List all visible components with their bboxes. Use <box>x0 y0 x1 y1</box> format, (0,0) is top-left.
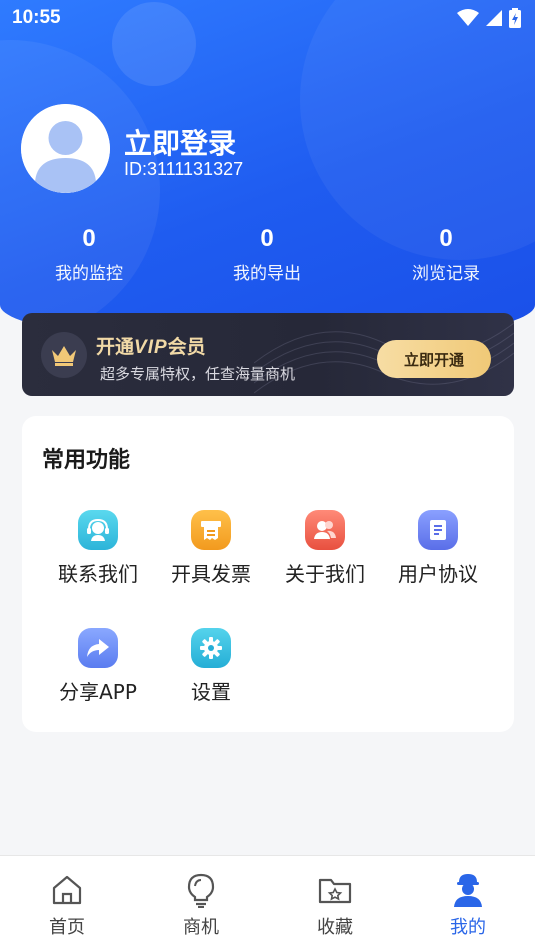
func-label: 关于我们 <box>285 562 365 586</box>
vip-banner[interactable]: 开通VIP会员 超多专属特权，任查海量商机 立即开通 <box>22 313 514 396</box>
stat-label: 我的监控 <box>55 264 123 284</box>
gear-icon <box>191 628 231 668</box>
signal-icon <box>486 10 502 26</box>
tab-label: 首页 <box>49 917 85 938</box>
func-label: 设置 <box>191 680 231 704</box>
profile-section[interactable]: 立即登录 ID:3111131327 <box>21 104 501 194</box>
wifi-icon <box>457 9 479 26</box>
stat-value: 0 <box>260 225 274 252</box>
profile-icon <box>454 874 482 907</box>
status-icons <box>457 8 521 28</box>
tab-label: 商机 <box>183 917 219 938</box>
invoice-icon <box>191 510 231 550</box>
tab-favorites[interactable]: 收藏 <box>268 856 402 951</box>
avatar[interactable] <box>21 104 110 193</box>
status-bar: 10:55 <box>0 0 535 38</box>
tab-label: 我的 <box>450 917 486 938</box>
vip-title-prefix: 开通 <box>96 336 135 358</box>
avatar-placeholder-icon <box>21 104 110 193</box>
document-icon <box>418 510 458 550</box>
tab-label: 收藏 <box>317 917 353 938</box>
common-functions-card: 常用功能 联系我们 开具发票 关于我们 用户协议 分享APP 设置 <box>22 416 514 732</box>
customer-service-icon <box>78 510 118 550</box>
func-contact-us[interactable]: 联系我们 <box>41 510 155 587</box>
vip-title: 开通VIP会员 <box>96 332 206 359</box>
stat-label: 我的导出 <box>233 264 301 284</box>
user-id: ID:3111131327 <box>124 159 244 179</box>
stat-value: 0 <box>439 225 453 252</box>
stat-monitor[interactable]: 0 我的监控 <box>19 225 159 284</box>
open-vip-button[interactable]: 立即开通 <box>377 340 491 378</box>
func-settings[interactable]: 设置 <box>154 628 268 705</box>
home-icon <box>52 875 82 905</box>
crown-badge <box>41 332 87 378</box>
func-share-app[interactable]: 分享APP <box>41 628 155 705</box>
lightbulb-icon <box>187 873 215 908</box>
vip-word: VIP <box>134 337 168 358</box>
func-label: 开具发票 <box>171 562 251 586</box>
func-label: 联系我们 <box>58 562 138 586</box>
login-title[interactable]: 立即登录 <box>124 122 236 162</box>
func-invoice[interactable]: 开具发票 <box>154 510 268 587</box>
func-label: 用户协议 <box>398 562 478 586</box>
battery-icon <box>509 8 521 28</box>
func-label: 分享APP <box>59 680 137 704</box>
vip-subtitle: 超多专属特权，任查海量商机 <box>100 365 296 383</box>
tab-home[interactable]: 首页 <box>0 856 134 951</box>
status-time: 10:55 <box>12 7 61 28</box>
tab-mine[interactable]: 我的 <box>401 856 535 951</box>
stat-export[interactable]: 0 我的导出 <box>197 225 337 284</box>
share-icon <box>78 628 118 668</box>
stat-value: 0 <box>82 225 96 252</box>
folder-icon <box>318 878 352 904</box>
tab-opportunities[interactable]: 商机 <box>134 856 268 951</box>
vip-title-suffix: 会员 <box>167 336 206 358</box>
users-icon <box>305 510 345 550</box>
func-about-us[interactable]: 关于我们 <box>268 510 382 587</box>
func-user-agreement[interactable]: 用户协议 <box>381 510 495 587</box>
section-title: 常用功能 <box>42 448 131 473</box>
crown-icon <box>52 346 76 366</box>
stats-row: 0 我的监控 0 我的导出 0 浏览记录 <box>0 225 535 289</box>
bottom-tab-bar: 首页 商机 收藏 我的 <box>0 855 535 951</box>
stat-history[interactable]: 0 浏览记录 <box>376 225 516 284</box>
stat-label: 浏览记录 <box>412 264 480 284</box>
